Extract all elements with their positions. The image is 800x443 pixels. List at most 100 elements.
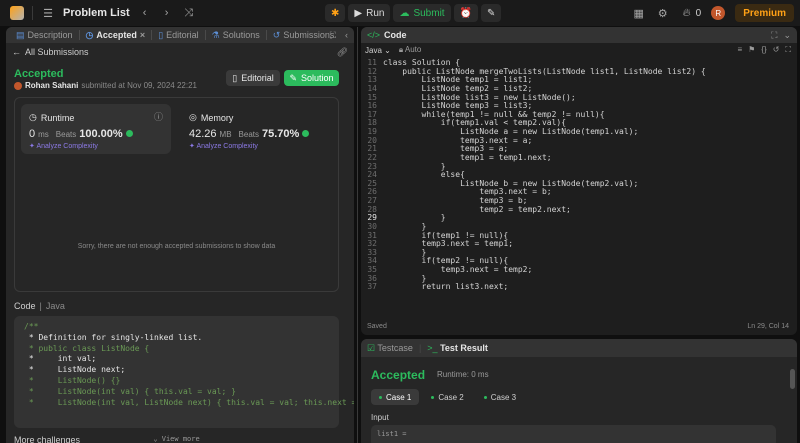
reset-icon[interactable]: ↺ xyxy=(773,45,780,55)
tab-accepted[interactable]: ◷ Accepted × xyxy=(82,30,150,41)
run-button[interactable]: ▶ Run xyxy=(348,4,391,22)
tab-editorial[interactable]: ▯ Editorial xyxy=(154,30,202,41)
play-icon: ▶ xyxy=(354,7,363,19)
code-line: /** xyxy=(24,322,39,331)
tab-test-result[interactable]: >_ Test Result xyxy=(427,343,488,353)
pass-dot-icon xyxy=(431,395,435,399)
problem-list-icon[interactable]: ☰ xyxy=(41,7,55,20)
runtime-card[interactable]: ◷ Runtime ⓘ 0 ms Beats 100.00% ✦ Analyze… xyxy=(21,104,171,154)
tab-description[interactable]: ▤ Description xyxy=(12,30,77,41)
code-line: * ListNode(int val) { this.val = val; } xyxy=(24,386,236,396)
solution-button[interactable]: ✎ Solution xyxy=(284,70,339,86)
analyze-complexity-link[interactable]: ✦ Analyze Complexity xyxy=(29,142,98,150)
empty-chart-message: Sorry, there are not enough accepted sub… xyxy=(77,243,276,250)
minimize-icon[interactable]: ⌄ xyxy=(783,30,791,41)
code-line[interactable]: 35 temp3.next = temp2; xyxy=(361,265,797,275)
runtime-unit: ms xyxy=(38,130,49,139)
tab-code[interactable]: Code xyxy=(384,30,407,40)
editor-tabs: </> Code xyxy=(361,27,797,43)
chevron-left-icon[interactable]: ‹ xyxy=(138,7,152,19)
chevron-down-icon: ⌄ xyxy=(153,435,158,443)
code-line: * public class ListNode { xyxy=(24,343,150,353)
submitted-time: submitted at Nov 09, 2024 22:21 xyxy=(81,81,197,90)
tab-solutions[interactable]: ⚗ Solutions xyxy=(208,30,264,41)
case-tab[interactable]: Case 1 xyxy=(371,389,420,405)
share-link-icon[interactable]: 🔗︎ xyxy=(337,47,348,58)
submit-button[interactable]: ☁ Submit xyxy=(393,4,451,22)
submission-author: Rohan Sahani submitted at Nov 09, 2024 2… xyxy=(14,81,197,90)
editorial-button[interactable]: ▯ Editorial xyxy=(226,70,280,86)
test-panel: ☑ Testcase | >_ Test Result Accepted Run… xyxy=(361,339,797,443)
editor-toolbar: Java ⌄ 🔒︎ Auto xyxy=(361,43,797,57)
scrollbar[interactable] xyxy=(790,369,795,389)
tab-submissions[interactable]: ↺ Submissions xyxy=(269,30,339,41)
tab-submissions-label: Submissions xyxy=(283,30,335,40)
alarm-icon: ⏰ xyxy=(459,7,473,19)
book-icon: ▯ xyxy=(158,29,164,40)
leetcoin-icon xyxy=(125,130,133,137)
testcase-label: Testcase xyxy=(377,342,413,353)
editor-window-tools: ⛶ ⌄ xyxy=(771,30,791,41)
tab-editorial-label: Editorial xyxy=(166,30,199,40)
code-line[interactable]: 32 temp3.next = temp1; xyxy=(361,239,797,249)
case-label: Case 1 xyxy=(386,392,412,402)
format-icon[interactable]: ≡ xyxy=(738,45,743,55)
code-line: * ListNode next; xyxy=(24,365,126,375)
maximize-icon[interactable]: ⛶ xyxy=(330,30,336,41)
description-icon: ▤ xyxy=(16,29,25,40)
memory-beats-label: Beats xyxy=(238,130,259,139)
collapse-icon[interactable]: ‹ xyxy=(345,30,348,40)
tab-testcase[interactable]: ☑ Testcase xyxy=(367,343,413,354)
notes-button[interactable]: ✎ xyxy=(481,4,502,22)
layout-grid-icon[interactable]: ▦ xyxy=(632,7,646,20)
code-area[interactable]: 11 class Solution {12 public ListNode mer… xyxy=(361,59,797,317)
input-box[interactable]: list1 = xyxy=(371,425,776,443)
code-line[interactable]: 37 return list3.next; xyxy=(361,283,797,292)
code-line: * ListNode() {} xyxy=(24,375,121,385)
memory-percentile: 75.70% xyxy=(262,128,300,140)
auto-mode[interactable]: 🔒︎ Auto xyxy=(399,45,422,55)
panel-resizer[interactable] xyxy=(357,27,358,443)
analyze-complexity-link[interactable]: ✦ Analyze Complexity xyxy=(189,142,258,150)
shuffle-icon[interactable]: ⤨ xyxy=(182,7,196,20)
close-icon[interactable]: × xyxy=(140,30,145,40)
timer-button[interactable]: ⏰ xyxy=(453,4,479,22)
braces-icon[interactable]: {} xyxy=(761,45,766,55)
view-more-label: View more xyxy=(161,435,200,443)
chevron-right-icon[interactable]: › xyxy=(160,7,174,19)
arrow-left-icon: ← xyxy=(12,47,21,57)
problem-list-link[interactable]: Problem List xyxy=(63,7,130,19)
note-icon: ✎ xyxy=(487,7,496,19)
streak-fire-icon[interactable]: 🔥︎ xyxy=(680,7,694,20)
maximize-icon[interactable]: ⛶ xyxy=(771,30,777,41)
premium-button[interactable]: Premium xyxy=(735,4,794,22)
author-name[interactable]: Rohan Sahani xyxy=(25,81,78,90)
all-submissions-link[interactable]: ← All Submissions 🔗︎ xyxy=(6,43,354,61)
code-line: * ListNode(int val, ListNode next) { thi… xyxy=(24,397,354,407)
chevron-down-icon: ⌄ xyxy=(384,45,391,55)
case-tab[interactable]: Case 3 xyxy=(476,389,524,405)
memory-unit: MB xyxy=(219,130,232,139)
submission-code[interactable]: /** * Definition for singly-linked list.… xyxy=(14,316,354,443)
user-avatar[interactable]: R xyxy=(711,6,726,20)
divider: | xyxy=(418,343,422,353)
runtime-title: ◷ Runtime xyxy=(29,112,74,123)
settings-gear-icon[interactable]: ⚙ xyxy=(656,7,670,20)
mode-label: Auto xyxy=(404,45,422,54)
code-line[interactable]: 29 } xyxy=(361,214,797,223)
divider xyxy=(32,6,33,20)
runtime-percentile: 100.00% xyxy=(79,128,123,140)
debug-button[interactable]: ✱ xyxy=(325,4,346,22)
input-label: Input xyxy=(371,413,389,422)
info-icon[interactable]: ⓘ xyxy=(154,110,163,123)
case-tabs: Case 1 Case 2 Case 3 xyxy=(371,389,524,405)
divider xyxy=(151,30,153,40)
bookmark-icon[interactable]: ⚑ xyxy=(748,45,755,55)
fullscreen-icon[interactable]: ⛶ xyxy=(785,45,791,55)
case-tab[interactable]: Case 2 xyxy=(423,389,471,405)
language-select[interactable]: Java ⌄ xyxy=(365,46,391,55)
leetcoin-icon xyxy=(302,130,310,137)
memory-card[interactable]: ◎ Memory 42.26 MB Beats 75.70% ✦ Analyze… xyxy=(181,104,331,154)
leetcode-logo-icon[interactable] xyxy=(10,6,24,20)
tab-solutions-label: Solutions xyxy=(222,30,260,40)
